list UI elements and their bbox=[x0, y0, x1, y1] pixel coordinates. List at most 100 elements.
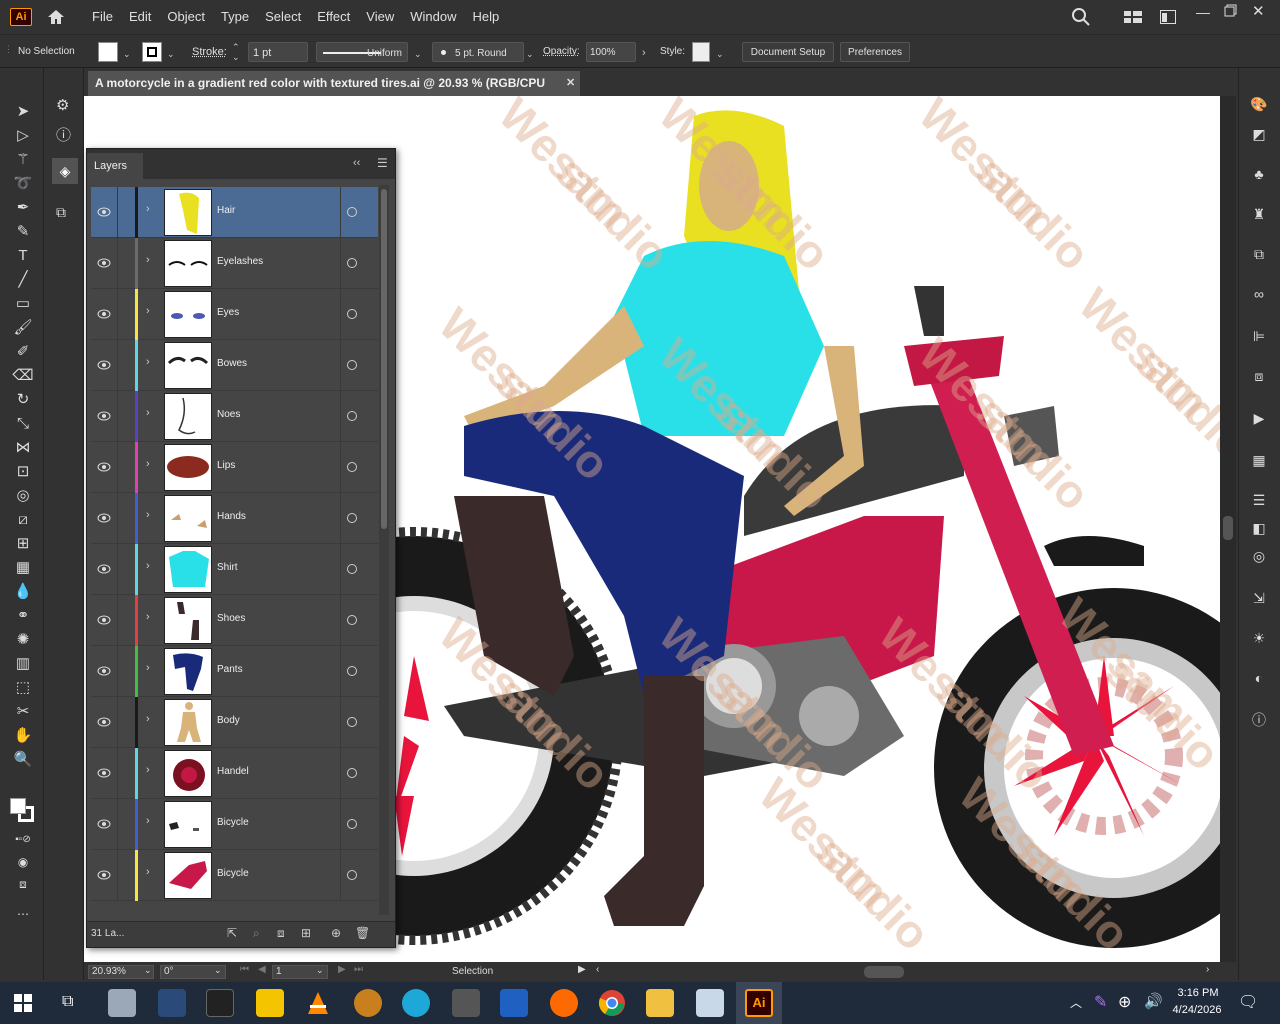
pen-tool-icon[interactable]: ✒ bbox=[12, 198, 34, 218]
layer-target-circle[interactable] bbox=[347, 258, 357, 268]
brushes-icon[interactable]: ♜ bbox=[1249, 204, 1269, 224]
properties-icon[interactable]: ⓘ bbox=[1249, 710, 1269, 730]
volume-icon[interactable]: 🔊 bbox=[1144, 992, 1163, 1010]
symbol-sprayer-icon[interactable]: ✺ bbox=[12, 630, 34, 650]
visibility-eye-icon[interactable] bbox=[97, 460, 111, 474]
selection-tool-icon[interactable]: ➤ bbox=[12, 102, 34, 122]
layer-name[interactable]: Pants bbox=[217, 664, 243, 675]
more-tools-icon[interactable]: ⋯ bbox=[12, 904, 34, 924]
vertical-scrollbar[interactable] bbox=[1220, 96, 1236, 962]
visibility-eye-icon[interactable] bbox=[97, 817, 111, 831]
expand-chevron-icon[interactable]: › bbox=[146, 254, 158, 270]
eyedropper-icon[interactable]: 💧 bbox=[12, 582, 34, 602]
swatches-icon[interactable]: ♣ bbox=[1249, 164, 1269, 184]
file-explorer-icon[interactable] bbox=[646, 989, 674, 1017]
firefox-icon[interactable] bbox=[550, 989, 578, 1017]
layer-name[interactable]: Handel bbox=[217, 766, 249, 777]
layers-panel-icon[interactable]: ◈ bbox=[52, 158, 78, 184]
image-trace-icon[interactable]: ▦ bbox=[1249, 450, 1269, 470]
layer-name[interactable]: Bicycle bbox=[217, 817, 249, 828]
expand-chevron-icon[interactable]: › bbox=[146, 662, 158, 678]
menu-view[interactable]: View bbox=[358, 0, 402, 34]
show-hidden-icons-icon[interactable]: ︿ bbox=[1070, 994, 1082, 1011]
chevron-down-icon[interactable]: ⌄ bbox=[526, 49, 534, 60]
free-transform-icon[interactable]: ⊡ bbox=[12, 462, 34, 482]
expand-chevron-icon[interactable]: › bbox=[146, 203, 158, 219]
screen-mode-icon[interactable]: ⧈ bbox=[12, 874, 34, 894]
app-icon[interactable] bbox=[354, 989, 382, 1017]
layers-scrollbar[interactable] bbox=[379, 185, 389, 915]
status-menu-icon[interactable]: ▶ bbox=[578, 964, 586, 975]
chevron-right-icon[interactable]: › bbox=[642, 47, 646, 59]
visibility-eye-icon[interactable] bbox=[97, 562, 111, 576]
visibility-eye-icon[interactable] bbox=[97, 766, 111, 780]
pathfinder-icon[interactable]: ⧈ bbox=[1249, 366, 1269, 386]
navigator-icon[interactable]: ⚙ bbox=[56, 96, 74, 114]
notifications-icon[interactable]: 🗨 bbox=[1238, 992, 1258, 1012]
layer-row[interactable]: › Eyes bbox=[91, 289, 378, 340]
layer-row[interactable]: › Bicycle bbox=[91, 799, 378, 850]
layer-name[interactable]: Shoes bbox=[217, 613, 245, 624]
minimize-icon[interactable]: — bbox=[1196, 4, 1212, 24]
workspace-switcher-icon[interactable] bbox=[1124, 10, 1142, 24]
line-tool-icon[interactable]: ╱ bbox=[12, 270, 34, 290]
visibility-eye-icon[interactable] bbox=[97, 307, 111, 321]
layer-row[interactable]: › Bicycle bbox=[91, 850, 378, 901]
menu-effect[interactable]: Effect bbox=[309, 0, 358, 34]
scroll-right-icon[interactable]: › bbox=[1206, 964, 1209, 975]
layer-target-circle[interactable] bbox=[347, 309, 357, 319]
layer-row[interactable]: › Noes bbox=[91, 391, 378, 442]
horizontal-scrollbar-thumb[interactable] bbox=[864, 966, 904, 978]
visibility-eye-icon[interactable] bbox=[97, 715, 111, 729]
mesh-tool-icon[interactable]: ⊞ bbox=[12, 534, 34, 554]
blend-tool-icon[interactable]: ⚭ bbox=[12, 606, 34, 626]
layer-name[interactable]: Bowes bbox=[217, 358, 247, 369]
export-assets-icon[interactable]: ⇲ bbox=[1249, 588, 1269, 608]
layer-row[interactable]: › Hair bbox=[91, 187, 378, 238]
color-palette-icon[interactable]: 🎨 bbox=[1249, 94, 1269, 114]
curvature-tool-icon[interactable]: ✎ bbox=[12, 222, 34, 242]
task-view-icon[interactable]: ⧉ bbox=[62, 993, 73, 1011]
panel-menu-icon[interactable]: ☰ bbox=[377, 156, 388, 170]
hand-tool-icon[interactable]: ✋ bbox=[12, 726, 34, 746]
stroke-panel-icon[interactable]: ☰ bbox=[1249, 490, 1269, 510]
menu-type[interactable]: Type bbox=[213, 0, 257, 34]
symbols-icon[interactable]: ⧉ bbox=[1249, 244, 1269, 264]
layer-target-circle[interactable] bbox=[347, 819, 357, 829]
vlc-icon[interactable] bbox=[304, 989, 332, 1017]
photos-app-icon[interactable] bbox=[108, 989, 136, 1017]
layer-row[interactable]: › Bowes bbox=[91, 340, 378, 391]
type-tool-icon[interactable]: T bbox=[12, 246, 34, 266]
width-tool-icon[interactable]: ⋈ bbox=[12, 438, 34, 458]
layer-name[interactable]: Eyes bbox=[217, 307, 239, 318]
graph-tool-icon[interactable]: ▥ bbox=[12, 654, 34, 674]
menu-edit[interactable]: Edit bbox=[121, 0, 159, 34]
magic-wand-icon[interactable]: ⚚ bbox=[12, 150, 34, 170]
chrome-icon[interactable] bbox=[598, 989, 626, 1017]
style-swatch[interactable] bbox=[692, 42, 710, 62]
next-artboard-icon[interactable]: ▶ bbox=[338, 964, 346, 975]
visibility-eye-icon[interactable] bbox=[97, 664, 111, 678]
links-icon[interactable]: ∞ bbox=[1249, 284, 1269, 304]
preferences-button[interactable]: Preferences bbox=[840, 42, 910, 62]
lasso-icon[interactable]: ➰ bbox=[12, 174, 34, 194]
menu-window[interactable]: Window bbox=[402, 0, 464, 34]
draw-mode-icon[interactable]: ◉ bbox=[12, 852, 34, 872]
search-icon[interactable] bbox=[1072, 8, 1090, 26]
illustrator-taskbar-button[interactable]: Ai bbox=[736, 982, 782, 1024]
actions-icon[interactable]: ▶ bbox=[1249, 408, 1269, 428]
layer-target-circle[interactable] bbox=[347, 462, 357, 472]
expand-chevron-icon[interactable]: › bbox=[146, 305, 158, 321]
brush-select[interactable]: 5 pt. Round bbox=[432, 42, 524, 62]
slice-tool-icon[interactable]: ✂ bbox=[12, 702, 34, 722]
pen-icon[interactable]: ✎ bbox=[1094, 992, 1107, 1012]
chevron-down-icon[interactable]: ⌄ bbox=[167, 49, 175, 60]
chevron-down-icon[interactable]: ⌄ bbox=[123, 49, 131, 60]
expand-chevron-icon[interactable]: › bbox=[146, 560, 158, 576]
visibility-eye-icon[interactable] bbox=[97, 256, 111, 270]
layer-row[interactable]: › Pants bbox=[91, 646, 378, 697]
expand-chevron-icon[interactable]: › bbox=[146, 407, 158, 423]
new-layer-icon[interactable]: ⊕ bbox=[331, 926, 341, 940]
fill-stroke-swatch[interactable] bbox=[10, 798, 36, 824]
layer-row[interactable]: › Lips bbox=[91, 442, 378, 493]
